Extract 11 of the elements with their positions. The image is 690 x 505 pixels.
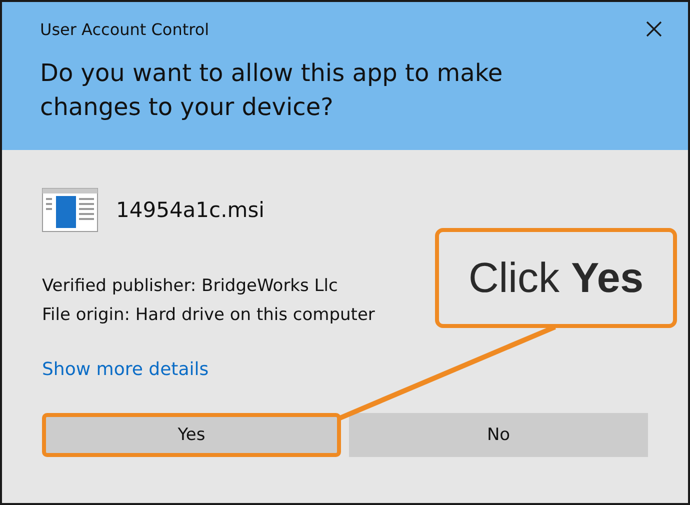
dialog-heading: Do you want to allow this app to make changes to your device? — [40, 58, 504, 123]
detail-text: Verified publisher: BridgeWorks Llc — [42, 275, 338, 298]
callout-label: Click Yes — [435, 228, 677, 328]
window-title: User Account Control — [40, 20, 210, 38]
detail-text: File origin: Hard drive on this computer — [42, 304, 375, 327]
file-name: 14954a1c.msi — [116, 198, 264, 222]
show-details-link[interactable]: Show more details — [42, 359, 209, 380]
window-icon — [42, 188, 98, 232]
dialog-button[interactable]: No — [349, 413, 648, 457]
dialog-button[interactable]: Yes — [42, 413, 341, 457]
close-icon[interactable] — [646, 21, 662, 37]
